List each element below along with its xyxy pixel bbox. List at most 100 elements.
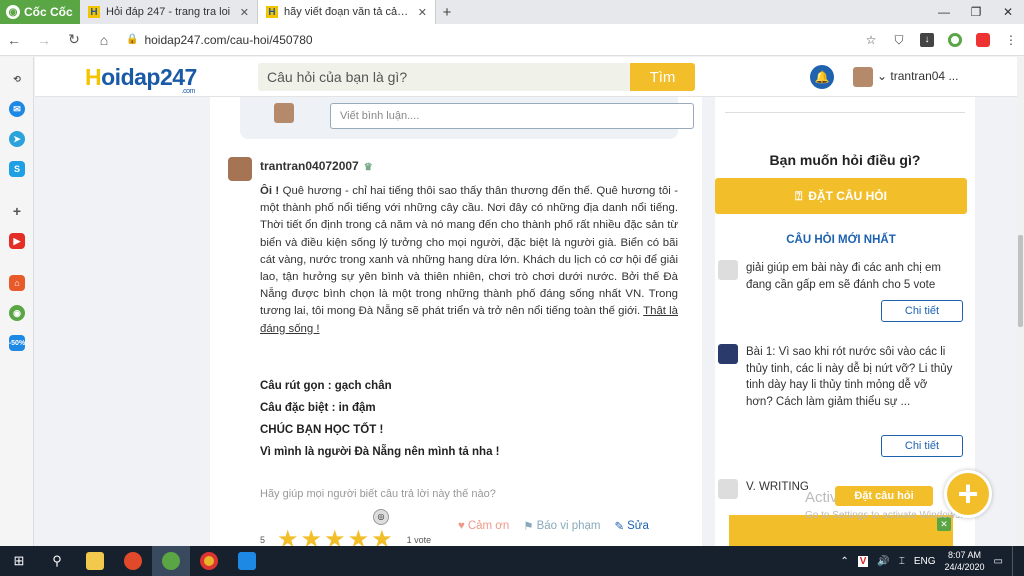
coccoc-rewards-icon[interactable]: ◉ <box>9 305 25 321</box>
file-explorer-icon[interactable] <box>76 546 114 576</box>
details-button[interactable]: Chi tiết <box>881 435 963 457</box>
web-page: Hoidap247 .com Câu hỏi của bạn là gì? Tìm… <box>35 57 1017 546</box>
browser-sidebar: ⟲ ✉ ➤ S + ▶ ⌂ ◉ -50% <box>0 57 34 546</box>
bookmark-star-icon[interactable]: ☆ <box>864 33 878 47</box>
window-controls: — ❐ ✕ <box>928 5 1024 19</box>
shield-icon[interactable]: ⛉ <box>892 33 906 47</box>
chevron-down-icon: ⌄ <box>877 69 888 83</box>
browser-brand: Cốc Cốc <box>24 5 73 19</box>
report-button[interactable]: ⚑ Báo vi phạm <box>523 519 600 533</box>
windows-start-icon[interactable]: ⊞ <box>0 546 38 576</box>
question-text[interactable]: giải giúp em bài này đi các anh chị em đ… <box>746 260 956 293</box>
network-icon[interactable]: ⌶ <box>899 556 905 567</box>
tab-close-icon[interactable]: ✕ <box>418 6 427 19</box>
close-window-icon[interactable]: ✕ <box>992 5 1024 19</box>
address-bar[interactable]: 🔒 hoidap247.com/cau-hoi/450780 <box>126 33 850 47</box>
hoidap-favicon-icon: H <box>266 6 278 18</box>
ask-title: Bạn muốn hỏi điều gì? <box>769 152 921 168</box>
rank-badge-icon: ♛ <box>363 162 373 173</box>
forward-icon[interactable]: → <box>36 32 52 48</box>
language-indicator[interactable]: ENG <box>914 556 936 567</box>
home-icon[interactable]: ⌂ <box>96 32 112 48</box>
download-icon[interactable]: ↓ <box>920 32 934 47</box>
star-icon[interactable]: ★ <box>371 528 393 547</box>
coccoc-taskbar-icon[interactable] <box>152 546 190 576</box>
notification-center-icon[interactable]: ▭ <box>994 556 1003 567</box>
restore-icon[interactable]: ❐ <box>960 5 992 19</box>
rating-stars[interactable]: 5 ★ ★ ★ ★ ★ 1 vote <box>260 528 431 547</box>
right-sidebar: Bạn muốn hỏi điều gì? ⍰ ĐẶT CÂU HỎI CÂU H… <box>715 97 975 546</box>
scrollbar-thumb[interactable] <box>1018 235 1023 327</box>
shopping-icon[interactable]: ⌂ <box>9 275 25 291</box>
volume-icon[interactable]: 🔊 <box>877 556 889 567</box>
tab-hoidap[interactable]: H Hỏi đáp 247 - trang tra loi ✕ <box>80 0 258 24</box>
notification-bell-icon[interactable]: 🔔 <box>810 65 834 89</box>
coccoc-menu-button[interactable]: ◉ Cốc Cốc <box>0 0 80 24</box>
discount-icon[interactable]: -50% <box>9 335 25 351</box>
comment-input[interactable]: Viết bình luận.... <box>330 103 694 129</box>
skype-icon[interactable]: S <box>9 161 25 177</box>
comment-box: Viết bình luận.... <box>240 97 694 139</box>
new-tab-button[interactable]: + <box>436 4 458 21</box>
newest-questions-title: CÂU HỎI MỚI NHẤT <box>786 234 896 246</box>
answer-actions: ♥ Cảm ơn ⚑ Báo vi phạm ✎ Sửa <box>458 519 649 533</box>
question-text[interactable]: Bài 1: Vì sao khi rót nước sôi vào các l… <box>746 344 956 410</box>
minimize-icon[interactable]: — <box>928 5 960 19</box>
clock[interactable]: 8:07 AM 24/4/2020 <box>945 549 985 573</box>
thank-button[interactable]: ♥ Cảm ơn <box>458 519 509 533</box>
show-desktop-button[interactable] <box>1012 546 1016 576</box>
url-text: hoidap247.com/cau-hoi/450780 <box>144 32 313 47</box>
tab-close-icon[interactable]: ✕ <box>240 6 249 19</box>
ask-question-button[interactable]: ⍰ ĐẶT CÂU HỎI <box>715 178 967 214</box>
star-icon[interactable]: ★ <box>277 528 299 547</box>
search-button[interactable]: Tìm <box>630 63 695 91</box>
system-tray: ⌃ V 🔊 ⌶ ENG 8:07 AM 24/4/2020 ▭ <box>840 546 1024 576</box>
avatar <box>718 344 738 364</box>
unikey-icon[interactable]: V <box>857 555 869 567</box>
divider <box>725 97 965 113</box>
answerer-name[interactable]: trantran04072007 ♛ <box>260 159 373 173</box>
tab-current[interactable]: H hãy viết đoạn văn tả cảnh quê ✕ <box>258 0 436 24</box>
hoidap247-logo[interactable]: Hoidap247 .com <box>85 64 197 95</box>
zalo-icon[interactable] <box>228 546 266 576</box>
app-icon[interactable] <box>114 546 152 576</box>
coccoc-logo-icon: ◉ <box>6 5 20 19</box>
toolbar-icons: ☆ ⛉ ↓ ⋮ <box>864 32 1018 47</box>
reload-icon[interactable]: ↻ <box>66 31 82 48</box>
search-icon[interactable]: ⚲ <box>38 546 76 576</box>
add-panel-icon[interactable]: + <box>9 203 25 219</box>
star-icon[interactable]: ★ <box>301 528 323 547</box>
avatar <box>274 103 294 123</box>
messenger-icon[interactable]: ✉ <box>9 101 25 117</box>
heart-icon: ♥ <box>458 520 465 532</box>
scrollbar[interactable] <box>1017 57 1024 546</box>
browser-tab-bar: ◉ Cốc Cốc H Hỏi đáp 247 - trang tra loi … <box>0 0 1024 24</box>
edit-button[interactable]: ✎ Sửa <box>615 519 649 533</box>
add-question-fab[interactable]: + <box>944 470 992 518</box>
answer-panel: Viết bình luận.... trantran04072007 ♛ Ôi … <box>210 97 702 546</box>
menu-icon[interactable]: ⋮ <box>1004 33 1018 47</box>
back-icon[interactable]: ← <box>6 32 22 48</box>
history-icon[interactable]: ⟲ <box>9 71 25 87</box>
answer-note: Vì mình là người Đà Nẵng nên mình tả nha… <box>260 446 500 458</box>
details-button[interactable]: Chi tiết <box>881 300 963 322</box>
user-menu[interactable]: ⌄ trantran04 ... <box>877 69 958 83</box>
telegram-icon[interactable]: ➤ <box>9 131 25 147</box>
flag-icon: ⚑ <box>523 521 534 533</box>
chevron-up-icon[interactable]: ⌃ <box>840 556 848 567</box>
search-input[interactable]: Câu hỏi của bạn là gì? <box>258 63 630 91</box>
fab-label[interactable]: Đặt câu hỏi <box>835 486 933 506</box>
extension-icon[interactable] <box>976 32 990 47</box>
user-avatar[interactable] <box>853 67 873 87</box>
star-icon[interactable]: ★ <box>348 528 370 547</box>
chrome-icon[interactable] <box>190 546 228 576</box>
youtube-icon[interactable]: ▶ <box>9 233 25 249</box>
tab-title: Hỏi đáp 247 - trang tra loi <box>106 6 231 18</box>
avatar <box>718 260 738 280</box>
answerer-avatar[interactable] <box>228 157 252 181</box>
star-icon[interactable]: ★ <box>324 528 346 547</box>
coccoc-extension-icon[interactable] <box>948 32 962 47</box>
voter-avatar: ◎ <box>373 509 389 525</box>
pencil-icon: ✎ <box>614 521 625 533</box>
site-header: Hoidap247 .com Câu hỏi của bạn là gì? Tìm… <box>35 57 1017 97</box>
